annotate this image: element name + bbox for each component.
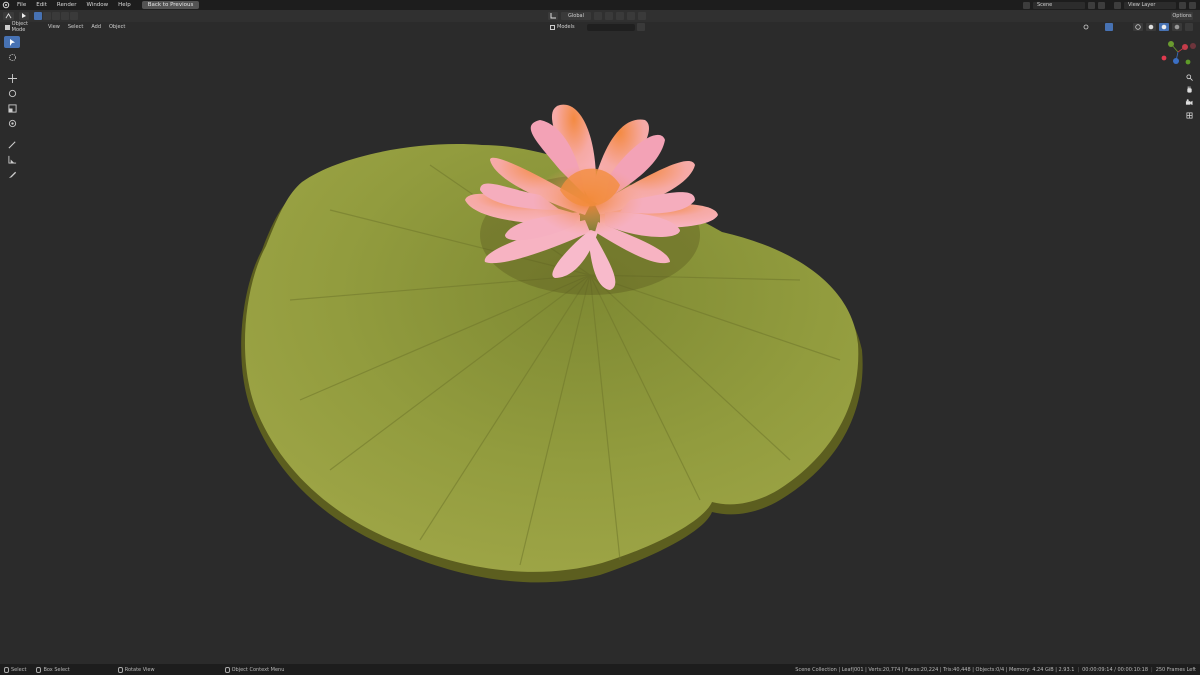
menu-render[interactable]: Render	[52, 0, 82, 10]
status-select-hint: Select	[0, 666, 27, 673]
falloff-icon[interactable]	[638, 12, 646, 20]
view-layer-field[interactable]: View Layer	[1124, 1, 1176, 9]
menu-help[interactable]: Help	[113, 0, 136, 10]
viewport-subheader: Object Mode View Select Add Object Model…	[0, 21, 1200, 33]
options-dropdown[interactable]: Options	[1171, 12, 1193, 20]
scene-field[interactable]: Scene	[1033, 1, 1085, 9]
view-layer-icon[interactable]	[1114, 1, 1121, 9]
shading-group	[1081, 22, 1194, 32]
stats-text: Scene Collection | Leaf|001 | Verts:20,7…	[795, 666, 1075, 673]
box-select-hint-label: Box Select	[43, 666, 70, 673]
rendered-shading-icon[interactable]	[1172, 23, 1182, 31]
new-scene-icon[interactable]	[1088, 1, 1095, 9]
collection-icon	[550, 24, 555, 30]
water-lily-flower	[465, 104, 718, 295]
rotate-tool-icon[interactable]	[4, 87, 20, 99]
scene-statistics: Scene Collection | Leaf|001 | Verts:20,7…	[795, 666, 1196, 673]
search-input[interactable]	[587, 23, 635, 31]
proportional-edit-icon[interactable]	[627, 12, 635, 20]
mouse-drag-icon	[36, 666, 42, 673]
gizmo-toggle-icon[interactable]	[1094, 23, 1102, 31]
rotate-hint-label: Rotate View	[124, 666, 155, 673]
delete-scene-icon[interactable]	[1098, 1, 1105, 9]
annotate-tool-icon[interactable]	[4, 138, 20, 150]
mouse-right-icon	[224, 666, 230, 673]
edit-tool-icon[interactable]	[4, 168, 20, 180]
menu-add[interactable]: Add	[87, 24, 105, 30]
status-bar: Select Box Select Rotate View Object Con…	[0, 664, 1200, 675]
material-shading-icon[interactable]	[1159, 23, 1169, 31]
pan-hand-icon[interactable]	[1184, 84, 1194, 94]
status-context-hint: Object Context Menu	[155, 666, 285, 673]
context-hint-label: Object Context Menu	[231, 666, 285, 673]
status-box-select-hint: Box Select	[26, 666, 70, 673]
mode-extend-icon[interactable]	[43, 12, 51, 20]
collection-label: Models	[557, 24, 575, 30]
select-mode-icon[interactable]	[19, 12, 29, 20]
editor-type-icon[interactable]	[3, 12, 14, 20]
delete-view-layer-icon[interactable]	[1189, 1, 1196, 9]
move-tool-icon[interactable]	[4, 72, 20, 84]
solid-shading-icon[interactable]	[1146, 23, 1156, 31]
menu-edit[interactable]: Edit	[31, 0, 52, 10]
select-hint-label: Select	[11, 666, 27, 673]
3d-viewport[interactable]	[0, 32, 1200, 664]
transform-orientation-icon[interactable]	[548, 12, 558, 20]
mode-dropdown[interactable]: Object Mode	[3, 21, 43, 33]
transform-orientation-dropdown[interactable]: Global	[561, 12, 591, 20]
scene-selector-group: Scene View Layer	[1023, 0, 1200, 10]
status-rotate-hint: Rotate View	[70, 666, 155, 673]
top-menu-bar: File Edit Render Window Help Back to Pre…	[0, 0, 1200, 10]
tool-shelf	[3, 36, 21, 180]
cursor-tool-icon[interactable]	[4, 51, 20, 63]
object-mode-icon	[5, 24, 10, 30]
measure-tool-icon[interactable]	[4, 153, 20, 165]
pivot-point-icon[interactable]	[594, 12, 602, 20]
overlays-icon[interactable]	[1105, 23, 1113, 31]
camera-view-icon[interactable]	[1184, 97, 1194, 107]
back-to-previous-button[interactable]: Back to Previous	[141, 1, 200, 9]
snap-icon[interactable]	[605, 12, 613, 20]
transform-group: Global	[548, 10, 647, 22]
menu-object[interactable]: Object	[105, 24, 129, 30]
select-box-tool-icon[interactable]	[4, 36, 20, 48]
perspective-grid-icon[interactable]	[1184, 110, 1194, 120]
menu-select[interactable]: Select	[64, 24, 87, 30]
viewport-header: Global Options	[0, 10, 1200, 22]
snap-target-icon[interactable]	[616, 12, 624, 20]
scale-tool-icon[interactable]	[4, 102, 20, 114]
collection-dropdown[interactable]: Models	[548, 23, 584, 31]
menu-file[interactable]: File	[12, 0, 31, 10]
menu-view[interactable]: View	[44, 24, 64, 30]
time-text: 00:00:09:14 / 00:00:10:18	[1082, 666, 1148, 673]
blender-logo-icon[interactable]	[0, 0, 12, 10]
scene-icon[interactable]	[1023, 1, 1030, 9]
mouse-middle-icon	[117, 666, 123, 673]
mode-difference-icon[interactable]	[61, 12, 69, 20]
mouse-left-icon	[4, 666, 9, 673]
shading-options-icon[interactable]	[1185, 23, 1193, 31]
wireframe-shading-icon[interactable]	[1133, 23, 1143, 31]
zoom-icon[interactable]	[1184, 72, 1194, 82]
visibility-icon[interactable]	[1081, 23, 1091, 31]
xray-icon[interactable]	[1116, 23, 1124, 31]
filter-icon[interactable]	[637, 23, 645, 31]
mode-set-icon[interactable]	[34, 12, 42, 20]
collection-group: Models	[548, 22, 646, 32]
mode-intersect-icon[interactable]	[70, 12, 78, 20]
navigation-gizmo	[1160, 36, 1200, 126]
new-view-layer-icon[interactable]	[1179, 1, 1186, 9]
axis-gizmo-icon[interactable]	[1160, 36, 1200, 66]
frames-left-text: 250 Frames Left	[1155, 666, 1196, 673]
mode-subtract-icon[interactable]	[52, 12, 60, 20]
menu-window[interactable]: Window	[81, 0, 113, 10]
transform-tool-icon[interactable]	[4, 117, 20, 129]
